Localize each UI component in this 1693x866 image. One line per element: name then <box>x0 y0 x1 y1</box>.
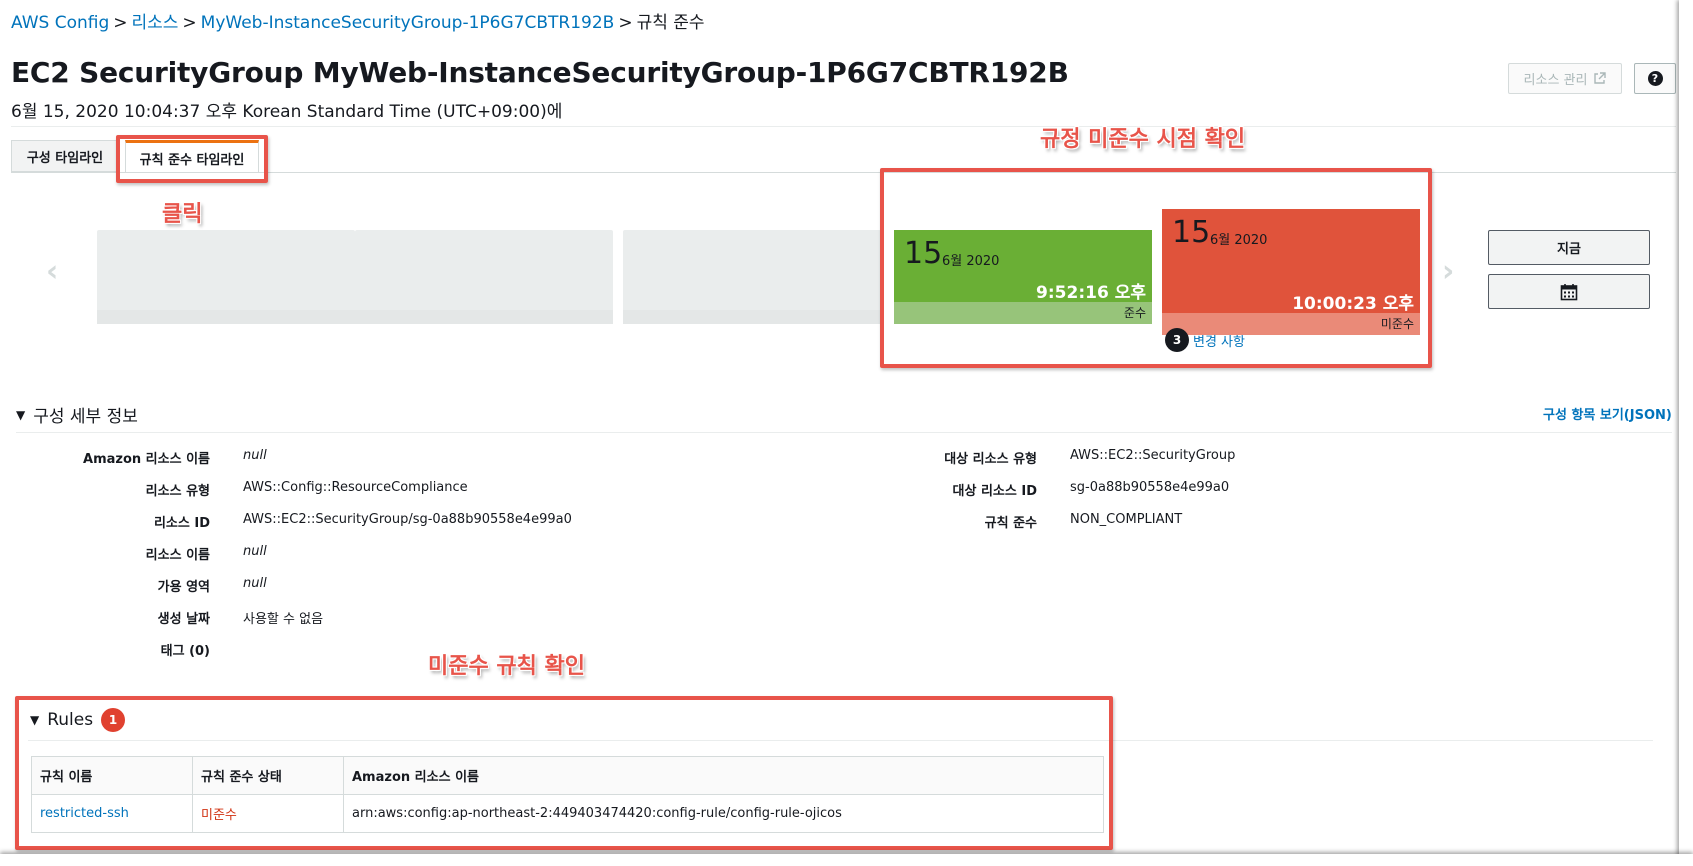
breadcrumb-current: 규칙 준수 <box>636 13 705 33</box>
caret-down-icon: ▼ <box>16 407 26 422</box>
tags-label[interactable]: 태그 (0) <box>161 640 210 659</box>
highlight-box-rules <box>15 696 1113 850</box>
external-link-icon <box>1594 72 1607 84</box>
detail-label: 대상 리소스 ID <box>952 484 1037 499</box>
detail-label: 규칙 준수 <box>984 516 1037 531</box>
annotation-click: 클릭 <box>162 202 203 227</box>
help-icon: ? <box>1647 71 1663 86</box>
torn-edge-bottom <box>0 854 1693 866</box>
detail-label: 리소스 유형 <box>145 484 210 499</box>
calendar-button[interactable] <box>1488 274 1650 309</box>
highlight-box-timeline <box>880 168 1432 368</box>
detail-value: null <box>243 544 267 559</box>
breadcrumb-separator: > <box>113 13 128 33</box>
detail-label: 리소스 이름 <box>145 548 210 563</box>
detail-label: 가용 영역 <box>157 580 210 595</box>
detail-value: AWS::Config::ResourceCompliance <box>243 480 468 495</box>
detail-value: AWS::EC2::SecurityGroup/sg-0a88b90558e4e… <box>243 512 572 527</box>
breadcrumb-separator: > <box>182 13 197 33</box>
detail-value: null <box>243 576 267 591</box>
manage-resource-label: 리소스 관리 <box>1523 73 1588 88</box>
breadcrumb: AWS Config > 리소스 > MyWeb-InstanceSecurityGro… <box>11 8 705 33</box>
detail-value: null <box>243 448 267 463</box>
detail-value: sg-0a88b90558e4e99a0 <box>1070 480 1230 495</box>
section-divider <box>16 432 1672 433</box>
view-json-link[interactable]: 구성 항목 보기(JSON) <box>1543 404 1672 423</box>
calendar-icon <box>1560 283 1578 300</box>
divider <box>11 126 1676 127</box>
help-button[interactable]: ? <box>1634 63 1676 94</box>
breadcrumb-resource[interactable]: MyWeb-InstanceSecurityGroup-1P6G7CBTR192… <box>201 13 615 33</box>
config-details-title: 구성 세부 정보 <box>33 407 138 427</box>
page-title: EC2 SecurityGroup MyWeb-InstanceSecurity… <box>11 56 1069 89</box>
page-subtitle: 6월 15, 2020 10:04:37 오후 Korean Standard … <box>11 102 563 122</box>
config-details-header[interactable]: ▼ 구성 세부 정보 <box>16 402 138 427</box>
timeline-prev-icon[interactable]: ‹ <box>46 254 58 289</box>
compliance-value: NON_COMPLIANT <box>1070 512 1183 527</box>
detail-value: 사용할 수 없음 <box>243 612 324 627</box>
breadcrumb-aws-config[interactable]: AWS Config <box>11 13 109 33</box>
timeline-next-icon[interactable]: › <box>1442 254 1454 289</box>
detail-label: Amazon 리소스 이름 <box>83 452 210 467</box>
page: AWS Config > 리소스 > MyWeb-InstanceSecurityGro… <box>0 0 1680 855</box>
detail-value: AWS::EC2::SecurityGroup <box>1070 448 1236 463</box>
timeline-empty-slot <box>97 230 355 324</box>
now-button[interactable]: 지금 <box>1488 230 1650 265</box>
highlight-box-tab <box>116 135 268 183</box>
breadcrumb-resources[interactable]: 리소스 <box>132 13 179 33</box>
timeline-empty-slot <box>355 230 613 324</box>
tab-config-timeline[interactable]: 구성 타임라인 <box>11 140 119 172</box>
detail-label: 생성 날짜 <box>157 612 210 627</box>
breadcrumb-separator: > <box>618 13 633 33</box>
annotation-timeline: 규정 미준수 시점 확인 <box>1040 127 1246 152</box>
detail-label: 리소스 ID <box>153 516 210 531</box>
annotation-rules: 미준수 규칙 확인 <box>428 654 585 679</box>
manage-resource-button[interactable]: 리소스 관리 <box>1508 63 1622 94</box>
torn-edge-right <box>1679 0 1693 866</box>
timeline-empty-slot <box>623 230 881 324</box>
detail-label: 대상 리소스 유형 <box>944 452 1037 467</box>
